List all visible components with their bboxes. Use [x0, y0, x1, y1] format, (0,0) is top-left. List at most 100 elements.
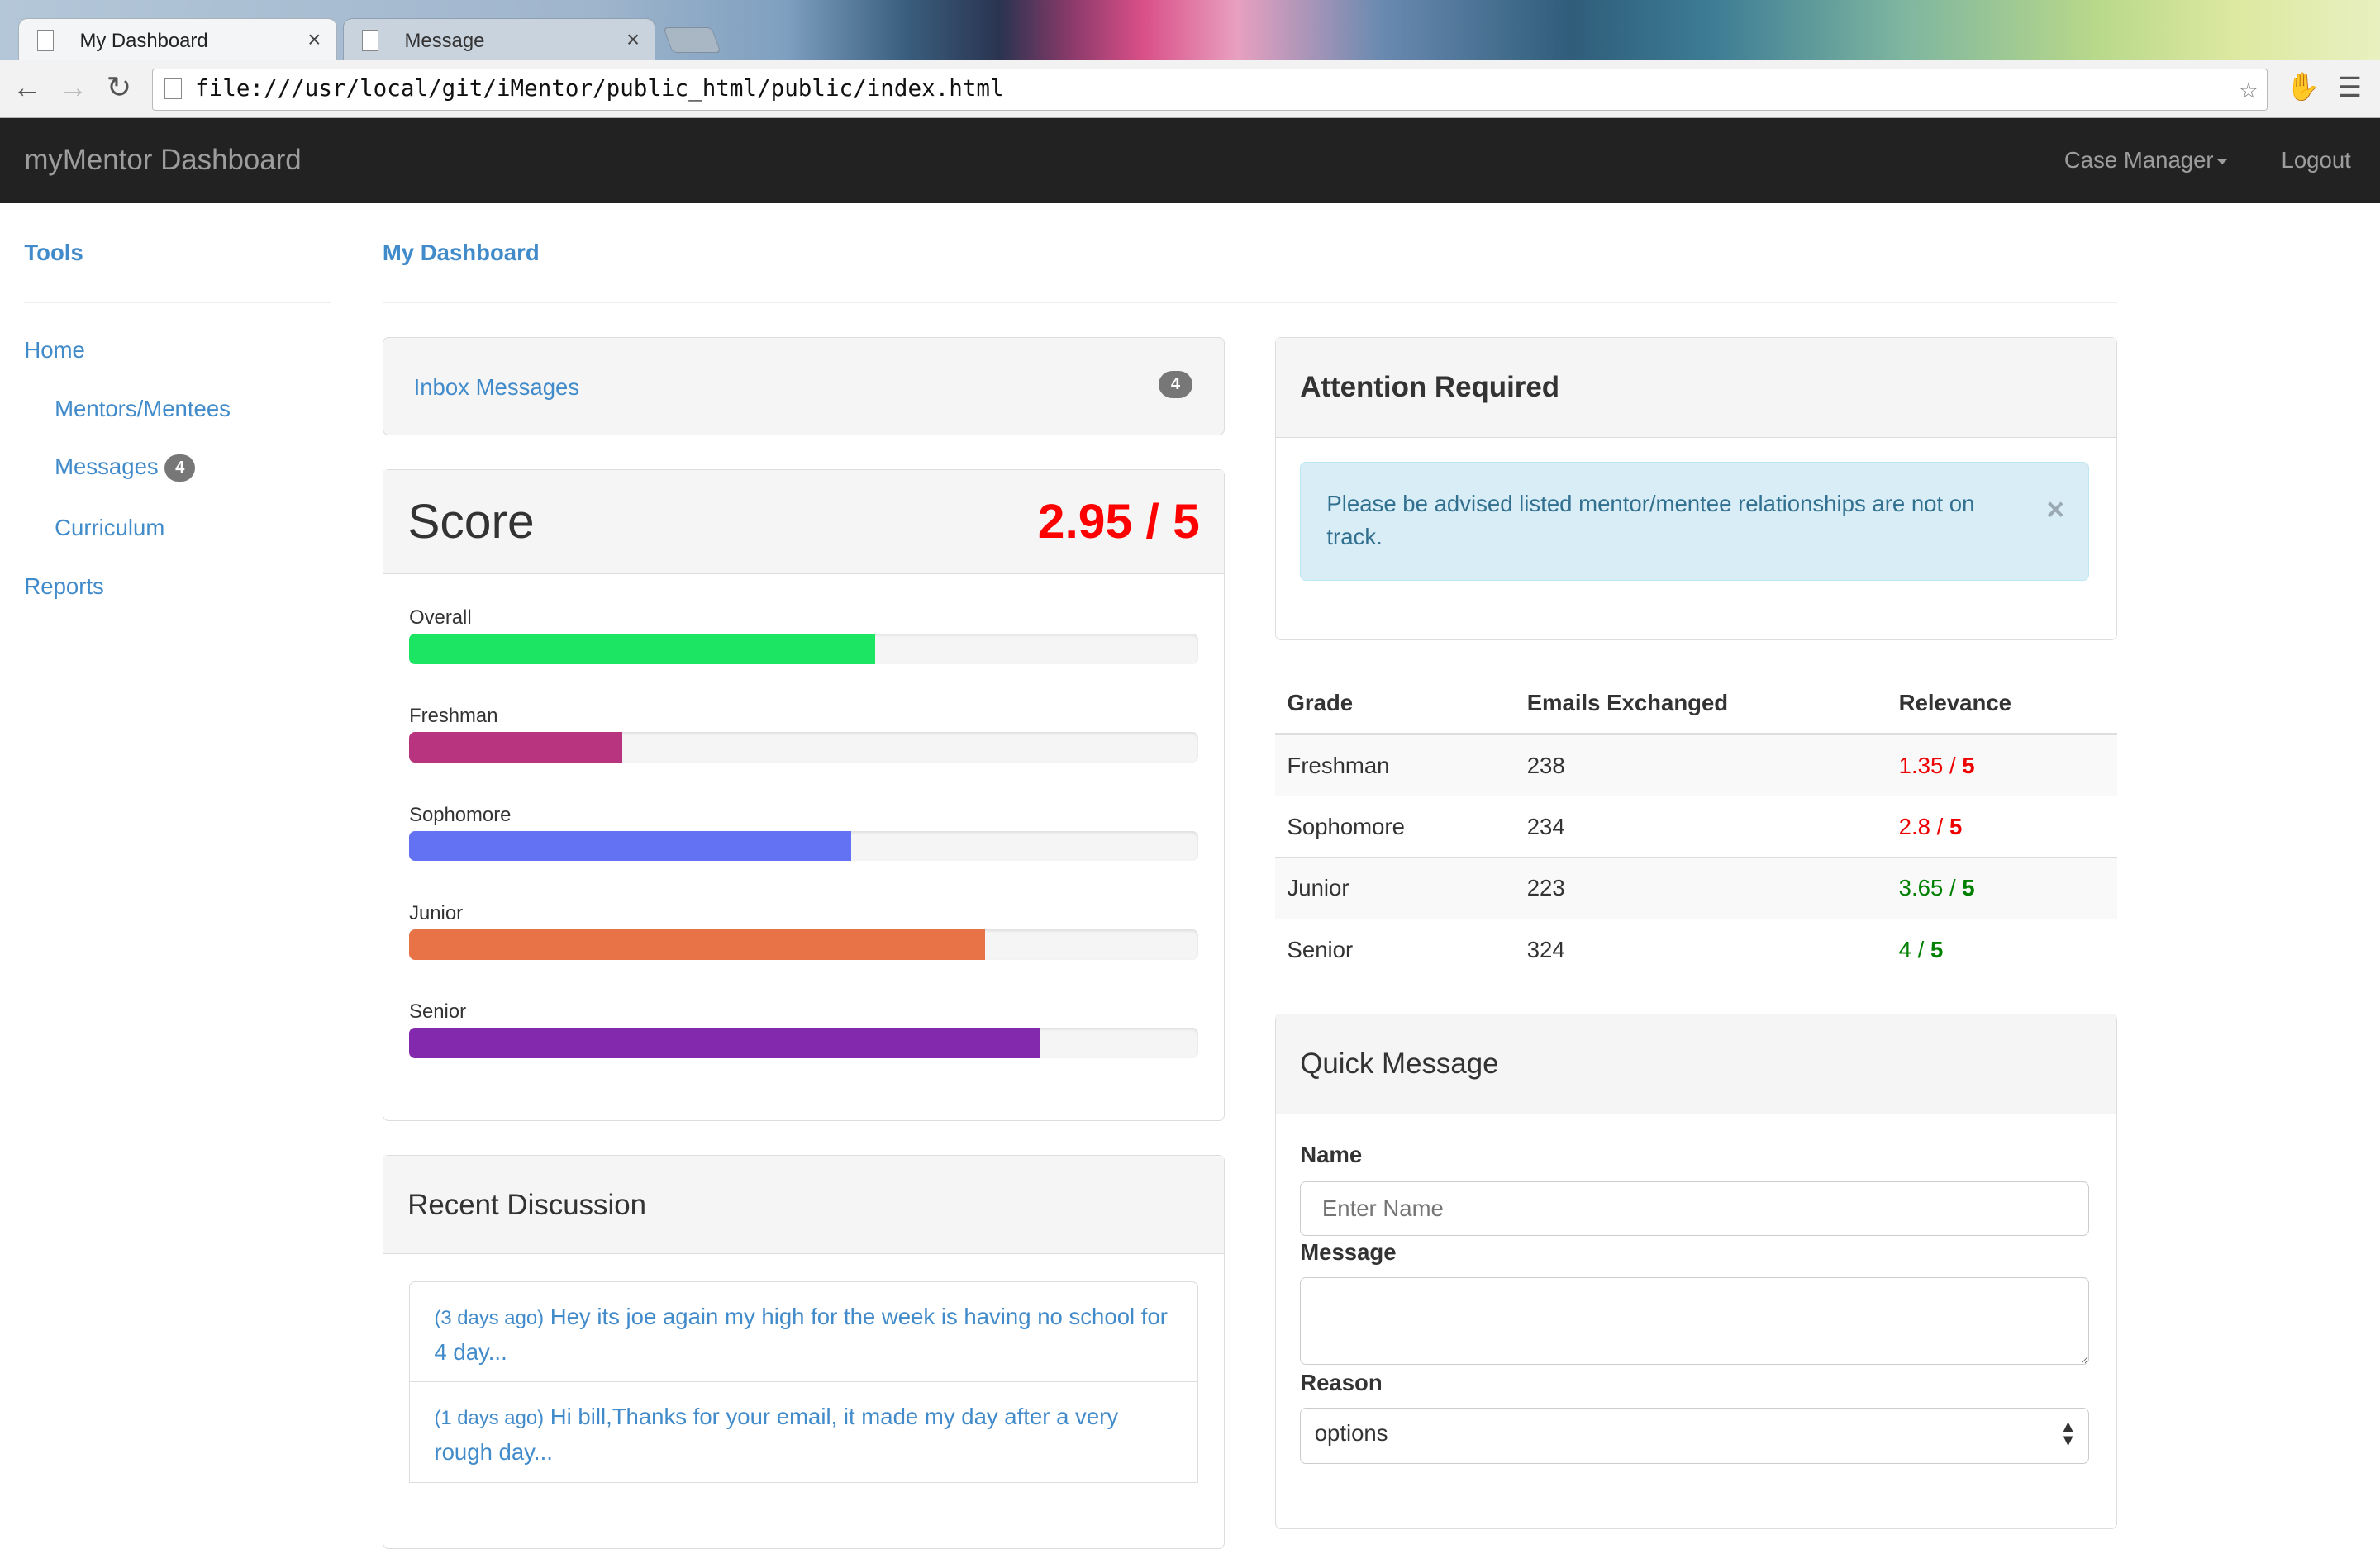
messages-count-badge: 4	[164, 454, 196, 482]
progress-senior	[409, 1028, 1199, 1059]
bar-label-overall: Overall	[409, 606, 472, 629]
sidebar-item-messages[interactable]: Messages 4	[55, 454, 196, 482]
quick-message-header: Quick Message	[1275, 1014, 2117, 1115]
cell-grade: Junior	[1274, 857, 1515, 919]
recent-discussion-panel: Recent Discussion (3 days ago) Hey its j…	[382, 1154, 1226, 1549]
cell-emails: 324	[1515, 918, 1887, 981]
attention-title: Attention Required	[1300, 371, 1560, 404]
back-arrow-icon[interactable]: ←	[12, 69, 43, 106]
brand-link[interactable]: myMentor Dashboard	[24, 144, 301, 177]
tab-label: My Dashboard	[79, 29, 208, 52]
logout-link[interactable]: Logout	[2282, 147, 2351, 173]
table-row: Junior 223 3.65 / 5	[1274, 857, 2118, 919]
discussion-text: Hey its joe again my high for the week i…	[434, 1304, 1168, 1365]
bookmark-star-icon[interactable]: ☆	[2240, 70, 2258, 106]
progress-freshman	[409, 732, 1199, 763]
column-header-grade: Grade	[1274, 673, 1515, 736]
quick-message-title: Quick Message	[1300, 1048, 1499, 1081]
bar-label-freshman: Freshman	[409, 705, 498, 728]
cell-grade: Freshman	[1274, 734, 1515, 796]
sidebar-item-reports[interactable]: Reports	[24, 573, 103, 600]
name-input[interactable]	[1300, 1181, 2090, 1237]
progress-fill	[409, 830, 851, 862]
progress-junior	[409, 929, 1199, 960]
close-icon[interactable]: ×	[2046, 492, 2063, 526]
discussion-header: Recent Discussion	[383, 1155, 1225, 1255]
menu-icon[interactable]: ☰	[2338, 71, 2363, 104]
message-textarea[interactable]	[1300, 1276, 2090, 1366]
attention-header: Attention Required	[1275, 337, 2117, 438]
page-title[interactable]: My Dashboard	[383, 240, 540, 266]
tab-my-dashboard[interactable]: My Dashboard ×	[18, 18, 337, 61]
discussion-item[interactable]: (1 days ago) Hi bill,Thanks for your ema…	[409, 1381, 1199, 1484]
alert-text: Please be advised listed mentor/mentee r…	[1326, 490, 1975, 550]
progress-sophomore	[409, 830, 1199, 862]
bar-label-junior: Junior	[409, 901, 464, 924]
discussion-time: (3 days ago)	[434, 1307, 545, 1330]
cell-emails: 223	[1515, 857, 1887, 919]
cell-relevance: 2.8 / 5	[1886, 795, 2118, 858]
score-panel: Score 2.95 / 5 Overall Freshman Sophomor…	[382, 468, 1226, 1122]
quick-message-panel: Quick Message Name Message Reason option…	[1274, 1013, 2118, 1530]
address-bar[interactable]: file:///usr/local/git/iMentor/public_htm…	[151, 68, 2268, 112]
forward-arrow-icon[interactable]: →	[58, 69, 88, 106]
column-header-emails: Emails Exchanged	[1515, 673, 1887, 736]
sidebar-item-curriculum[interactable]: Curriculum	[55, 515, 164, 541]
sidebar-tools-heading[interactable]: Tools	[24, 240, 83, 266]
top-navbar: myMentor Dashboard Case Manager Logout	[0, 118, 2380, 204]
relevance-max: 5	[1949, 813, 1963, 839]
discussion-item[interactable]: (3 days ago) Hey its joe again my high f…	[409, 1281, 1199, 1384]
close-tab-icon[interactable]: ×	[626, 26, 640, 53]
inbox-panel[interactable]: Inbox Messages 4	[382, 336, 1226, 436]
caret-down-icon	[2216, 159, 2229, 165]
browser-chrome: My Dashboard × Message × ← → ↻ file:///u…	[0, 0, 2380, 119]
relevance-max: 5	[1930, 936, 1944, 962]
url-text: file:///usr/local/git/iMentor/public_htm…	[195, 74, 1004, 102]
inbox-messages-link[interactable]: Inbox Messages	[414, 374, 580, 401]
column-header-relevance: Relevance	[1886, 673, 2118, 736]
score-title: Score	[407, 494, 535, 549]
sidebar-item-mentors-mentees[interactable]: Mentors/Mentees	[55, 396, 231, 422]
cell-grade: Senior	[1274, 918, 1515, 981]
page-icon	[37, 29, 55, 51]
inbox-count-badge: 4	[1159, 371, 1192, 399]
case-manager-label: Case Manager	[2063, 147, 2214, 173]
name-label: Name	[1300, 1142, 1363, 1168]
relevance-score: 2.8	[1898, 813, 1930, 839]
info-alert: Please be advised listed mentor/mentee r…	[1300, 462, 2090, 581]
close-tab-icon[interactable]: ×	[307, 26, 321, 53]
browser-toolbar: ← → ↻ file:///usr/local/git/iMentor/publ…	[0, 60, 2380, 119]
extension-hand-icon[interactable]: ✋	[2286, 71, 2320, 103]
bar-label-sophomore: Sophomore	[409, 803, 512, 826]
case-manager-dropdown[interactable]: Case Manager	[2063, 147, 2229, 173]
cell-grade: Sophomore	[1274, 795, 1515, 858]
progress-fill	[409, 633, 875, 664]
progress-overall	[409, 633, 1199, 664]
progress-fill	[409, 1028, 1041, 1059]
bar-label-senior: Senior	[409, 1000, 467, 1024]
discussion-time: (1 days ago)	[434, 1407, 545, 1430]
table-header-row: Grade Emails Exchanged Relevance	[1274, 673, 2118, 736]
relevance-max: 5	[1962, 752, 1975, 778]
sidebar-item-label: Messages	[55, 454, 159, 480]
discussion-title: Recent Discussion	[407, 1189, 647, 1222]
tab-strip: My Dashboard × Message ×	[0, 0, 2380, 61]
attention-panel: Attention Required Please be advised lis…	[1274, 336, 2118, 641]
cell-relevance: 1.35 / 5	[1886, 734, 2118, 796]
sidebar-divider	[24, 302, 331, 304]
message-label: Message	[1300, 1238, 1397, 1265]
select-arrows-icon: ▲ ▼	[2059, 1418, 2077, 1450]
relevance-score: 3.65	[1898, 874, 1944, 900]
new-tab-button[interactable]	[663, 27, 721, 54]
relevance-score: 4	[1898, 936, 1911, 962]
relevance-max: 5	[1962, 874, 1975, 900]
reload-icon[interactable]: ↻	[107, 69, 132, 106]
reason-select[interactable]: options ▲ ▼	[1300, 1407, 2090, 1464]
tab-message[interactable]: Message ×	[343, 18, 656, 61]
table-row: Sophomore 234 2.8 / 5	[1274, 795, 2118, 858]
grades-table: Grade Emails Exchanged Relevance Freshma…	[1274, 673, 2118, 981]
cell-relevance: 3.65 / 5	[1886, 857, 2118, 919]
sidebar-item-home[interactable]: Home	[24, 337, 84, 363]
table-row: Freshman 238 1.35 / 5	[1274, 734, 2118, 796]
reason-selected-value: options	[1314, 1420, 1388, 1447]
